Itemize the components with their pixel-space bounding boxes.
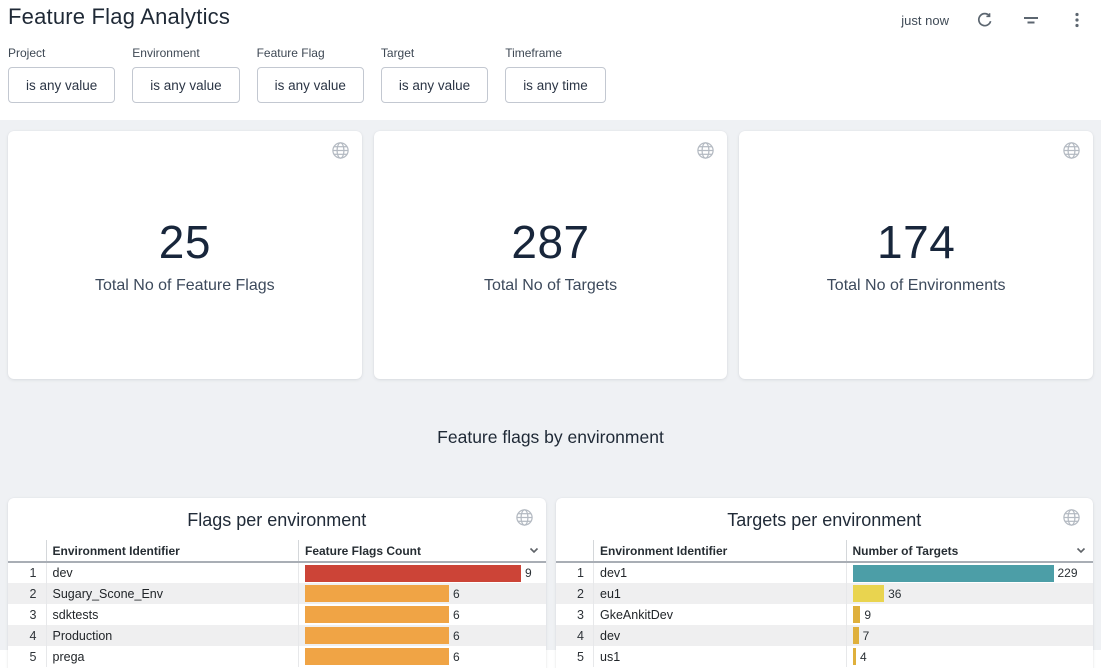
globe-icon [1062, 141, 1081, 160]
filter-value-button[interactable]: is any value [257, 67, 364, 103]
kpi-label: Total No of Environments [739, 277, 1093, 295]
bar [853, 565, 1054, 582]
table-row[interactable]: 3 GkeAnkitDev 9 [556, 604, 1094, 625]
kpi-label: Total No of Feature Flags [8, 277, 362, 295]
environment-cell: dev [594, 625, 847, 646]
environment-cell: eu1 [594, 583, 847, 604]
filter-label: Feature Flag [257, 46, 364, 60]
kpi-card-targets: 287 Total No of Targets [374, 131, 728, 379]
bar-value: 9 [864, 608, 871, 622]
bar [853, 606, 861, 623]
table-row[interactable]: 2 eu1 36 [556, 583, 1094, 604]
globe-icon [515, 508, 534, 527]
bar-value: 4 [860, 650, 867, 664]
refresh-icon[interactable] [975, 10, 995, 30]
top-bar-actions: just now [901, 4, 1087, 30]
table-row[interactable]: 3 sdktests 6 [8, 604, 546, 625]
kpi-label: Total No of Targets [374, 277, 728, 295]
bar-value: 36 [888, 587, 901, 601]
bar-value: 6 [453, 587, 460, 601]
filter-timeframe: Timeframe is any time [505, 46, 606, 103]
table-row[interactable]: 4 dev 7 [556, 625, 1094, 646]
table-row[interactable]: 2 Sugary_Scone_Env 6 [8, 583, 546, 604]
kpi-value: 174 [739, 215, 1093, 269]
bar [305, 565, 521, 582]
environment-cell: dev1 [594, 562, 847, 583]
page-title: Feature Flag Analytics [8, 4, 230, 30]
last-refresh-label: just now [901, 13, 949, 28]
chevron-down-icon[interactable] [1075, 544, 1087, 559]
globe-icon [1062, 508, 1081, 527]
column-header-environment[interactable]: Environment Identifier [46, 540, 299, 562]
bar-value: 6 [453, 608, 460, 622]
column-header-targets[interactable]: Number of Targets [846, 540, 1093, 562]
kpi-card-environments: 174 Total No of Environments [739, 131, 1093, 379]
bar-value: 7 [863, 629, 870, 643]
targets-table: Environment Identifier Number of Targets… [556, 540, 1094, 667]
column-header-count[interactable]: Feature Flags Count [299, 540, 546, 562]
bar-value: 6 [453, 629, 460, 643]
bar-value: 229 [1058, 566, 1078, 580]
globe-icon [696, 141, 715, 160]
dashboard-body: 25 Total No of Feature Flags 287 Total N… [0, 120, 1101, 650]
chevron-down-icon[interactable] [528, 544, 540, 559]
filter-value-button[interactable]: is any value [8, 67, 115, 103]
tables-row: Flags per environment Environment Identi… [8, 498, 1093, 668]
environment-cell: GkeAnkitDev [594, 604, 847, 625]
card-title: Flags per environment [8, 510, 546, 531]
filter-label: Target [381, 46, 488, 60]
environment-cell: us1 [594, 646, 847, 667]
table-row[interactable]: 1 dev1 229 [556, 562, 1094, 583]
kpi-card-feature-flags: 25 Total No of Feature Flags [8, 131, 362, 379]
filter-label: Project [8, 46, 115, 60]
bar [853, 648, 857, 665]
kebab-menu-icon[interactable] [1067, 10, 1087, 30]
flags-per-environment-card: Flags per environment Environment Identi… [8, 498, 546, 668]
bar-value: 9 [525, 566, 532, 580]
flags-table: Environment Identifier Feature Flags Cou… [8, 540, 546, 667]
filter-label: Timeframe [505, 46, 606, 60]
bar [305, 585, 449, 602]
globe-icon [331, 141, 350, 160]
bar [853, 585, 885, 602]
filter-feature-flag: Feature Flag is any value [257, 46, 364, 103]
kpi-value: 287 [374, 215, 728, 269]
table-row[interactable]: 1 dev 9 [8, 562, 546, 583]
table-row[interactable]: 4 Production 6 [8, 625, 546, 646]
filter-project: Project is any value [8, 46, 115, 103]
bar [305, 627, 449, 644]
filter-icon[interactable] [1021, 10, 1041, 30]
environment-cell: dev [46, 562, 299, 583]
environment-cell: sdktests [46, 604, 299, 625]
top-bar: Feature Flag Analytics just now [0, 0, 1101, 30]
filter-value-button[interactable]: is any value [381, 67, 488, 103]
environment-cell: Sugary_Scone_Env [46, 583, 299, 604]
column-header-environment[interactable]: Environment Identifier [594, 540, 847, 562]
card-title: Targets per environment [556, 510, 1094, 531]
filter-label: Environment [132, 46, 239, 60]
kpi-value: 25 [8, 215, 362, 269]
environment-cell: Production [46, 625, 299, 646]
table-row[interactable]: 5 us1 4 [556, 646, 1094, 667]
bar [305, 648, 449, 665]
filter-target: Target is any value [381, 46, 488, 103]
bar-value: 6 [453, 650, 460, 664]
row-number-header [556, 540, 594, 562]
environment-cell: prega [46, 646, 299, 667]
filter-value-button[interactable]: is any value [132, 67, 239, 103]
filter-environment: Environment is any value [132, 46, 239, 103]
kpi-row: 25 Total No of Feature Flags 287 Total N… [8, 131, 1093, 379]
targets-per-environment-card: Targets per environment Environment Iden… [556, 498, 1094, 668]
section-title: Feature flags by environment [8, 427, 1093, 448]
filter-value-button[interactable]: is any time [505, 67, 606, 103]
filter-bar: Project is any value Environment is any … [0, 30, 1101, 103]
row-number-header [8, 540, 46, 562]
table-row[interactable]: 5 prega 6 [8, 646, 546, 667]
bar [853, 627, 859, 644]
bar [305, 606, 449, 623]
